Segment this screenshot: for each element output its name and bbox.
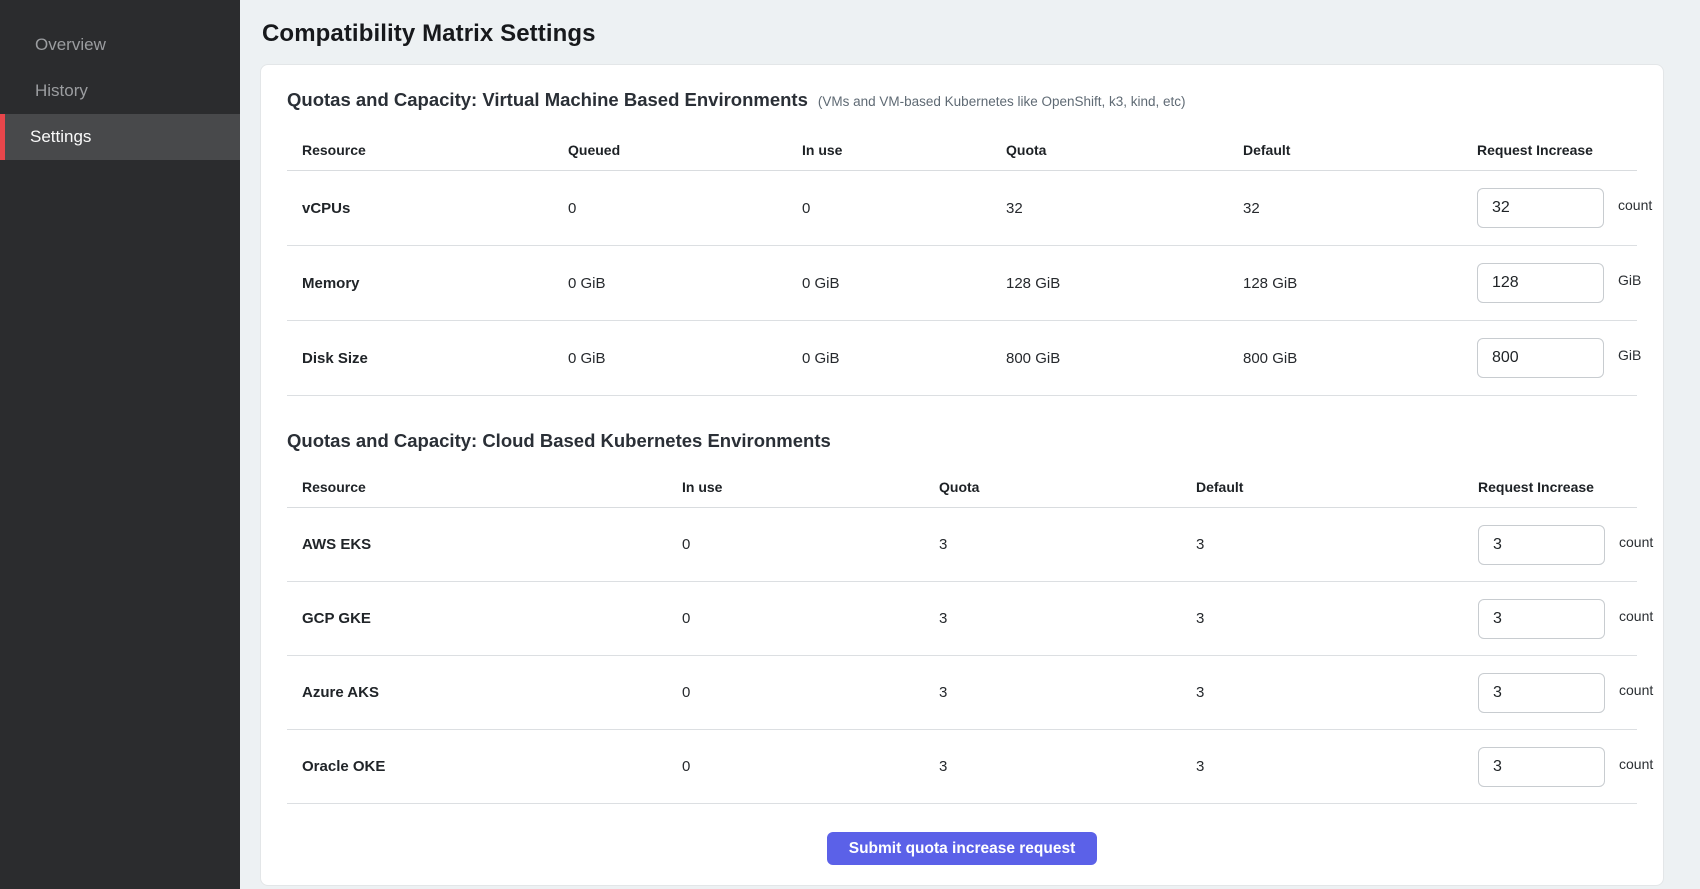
unit-label: GiB <box>1618 347 1641 363</box>
column-header-request-increase: Request Increase <box>1478 479 1637 495</box>
in-use-value: 0 <box>682 758 939 775</box>
unit-label: count <box>1618 197 1652 213</box>
default-value: 128 GiB <box>1243 275 1477 292</box>
quota-value: 32 <box>1006 200 1243 217</box>
unit-label: count <box>1619 756 1653 772</box>
unit-label: count <box>1619 682 1653 698</box>
quota-value: 128 GiB <box>1006 275 1243 292</box>
table-row-memory: Memory 0 GiB 0 GiB 128 GiB 128 GiB GiB <box>287 246 1637 321</box>
queued-value: 0 <box>568 200 802 217</box>
default-value: 800 GiB <box>1243 350 1477 367</box>
resource-name: AWS EKS <box>287 536 682 553</box>
sidebar-item-settings[interactable]: Settings <box>0 114 240 160</box>
request-increase-input[interactable] <box>1478 599 1605 639</box>
vm-section-subtitle: (VMs and VM-based Kubernetes like OpenSh… <box>818 94 1186 109</box>
in-use-value: 0 <box>802 200 1006 217</box>
sidebar-item-label: Overview <box>35 35 106 55</box>
request-increase-cell: count <box>1477 188 1652 228</box>
cloud-section-title: Quotas and Capacity: Cloud Based Kuberne… <box>287 430 1637 452</box>
sidebar-item-overview[interactable]: Overview <box>0 22 240 68</box>
submit-quota-increase-button[interactable]: Submit quota increase request <box>827 832 1098 865</box>
table-row-disk-size: Disk Size 0 GiB 0 GiB 800 GiB 800 GiB Gi… <box>287 321 1637 396</box>
in-use-value: 0 <box>682 536 939 553</box>
vm-section-header: Quotas and Capacity: Virtual Machine Bas… <box>287 89 1637 111</box>
cloud-quota-table: Resource In use Quota Default Request In… <box>287 466 1637 804</box>
vm-quota-table: Resource Queued In use Quota Default Req… <box>287 129 1637 396</box>
vm-table-header: Resource Queued In use Quota Default Req… <box>287 129 1637 171</box>
unit-label: count <box>1619 534 1653 550</box>
request-increase-input[interactable] <box>1477 263 1604 303</box>
queued-value: 0 GiB <box>568 350 802 367</box>
resource-name: vCPUs <box>287 200 568 217</box>
table-row-azure-aks: Azure AKS 0 3 3 count <box>287 656 1637 730</box>
settings-card: Quotas and Capacity: Virtual Machine Bas… <box>260 64 1664 886</box>
vm-section-title: Quotas and Capacity: Virtual Machine Bas… <box>287 89 808 111</box>
queued-value: 0 GiB <box>568 275 802 292</box>
sidebar-item-history[interactable]: History <box>0 68 240 114</box>
default-value: 3 <box>1196 610 1478 627</box>
column-header-in-use: In use <box>682 479 939 495</box>
request-increase-cell: count <box>1478 673 1653 713</box>
default-value: 3 <box>1196 536 1478 553</box>
request-increase-input[interactable] <box>1478 747 1605 787</box>
resource-name: Azure AKS <box>287 684 682 701</box>
request-increase-input[interactable] <box>1477 338 1604 378</box>
column-header-default: Default <box>1196 479 1478 495</box>
in-use-value: 0 GiB <box>802 350 1006 367</box>
resource-name: Memory <box>287 275 568 292</box>
table-row-oracle-oke: Oracle OKE 0 3 3 count <box>287 730 1637 804</box>
request-increase-input[interactable] <box>1478 673 1605 713</box>
in-use-value: 0 <box>682 684 939 701</box>
submit-row: Submit quota increase request <box>287 804 1637 865</box>
column-header-request-increase: Request Increase <box>1477 142 1637 158</box>
request-increase-cell: GiB <box>1477 263 1641 303</box>
column-header-quota: Quota <box>1006 142 1243 158</box>
request-increase-cell: count <box>1478 525 1653 565</box>
sidebar-item-label: Settings <box>30 127 91 147</box>
column-header-resource: Resource <box>287 479 682 495</box>
quota-value: 3 <box>939 684 1196 701</box>
table-row-aws-eks: AWS EKS 0 3 3 count <box>287 508 1637 582</box>
sidebar-item-label: History <box>35 81 88 101</box>
unit-label: count <box>1619 608 1653 624</box>
request-increase-cell: count <box>1478 747 1653 787</box>
column-header-queued: Queued <box>568 142 802 158</box>
request-increase-cell: count <box>1478 599 1653 639</box>
request-increase-input[interactable] <box>1477 188 1604 228</box>
default-value: 3 <box>1196 684 1478 701</box>
quota-value: 3 <box>939 758 1196 775</box>
unit-label: GiB <box>1618 272 1641 288</box>
default-value: 32 <box>1243 200 1477 217</box>
sidebar: Overview History Settings <box>0 0 240 889</box>
column-header-quota: Quota <box>939 479 1196 495</box>
default-value: 3 <box>1196 758 1478 775</box>
column-header-resource: Resource <box>287 142 568 158</box>
table-row-gcp-gke: GCP GKE 0 3 3 count <box>287 582 1637 656</box>
page-title: Compatibility Matrix Settings <box>262 20 1664 48</box>
in-use-value: 0 GiB <box>802 275 1006 292</box>
request-increase-input[interactable] <box>1478 525 1605 565</box>
table-row-vcpus: vCPUs 0 0 32 32 count <box>287 171 1637 246</box>
column-header-default: Default <box>1243 142 1477 158</box>
resource-name: Disk Size <box>287 350 568 367</box>
request-increase-cell: GiB <box>1477 338 1641 378</box>
main-content: Compatibility Matrix Settings Quotas and… <box>240 0 1700 889</box>
cloud-table-header: Resource In use Quota Default Request In… <box>287 466 1637 508</box>
quota-value: 3 <box>939 610 1196 627</box>
resource-name: GCP GKE <box>287 610 682 627</box>
column-header-in-use: In use <box>802 142 1006 158</box>
quota-value: 800 GiB <box>1006 350 1243 367</box>
quota-value: 3 <box>939 536 1196 553</box>
resource-name: Oracle OKE <box>287 758 682 775</box>
in-use-value: 0 <box>682 610 939 627</box>
